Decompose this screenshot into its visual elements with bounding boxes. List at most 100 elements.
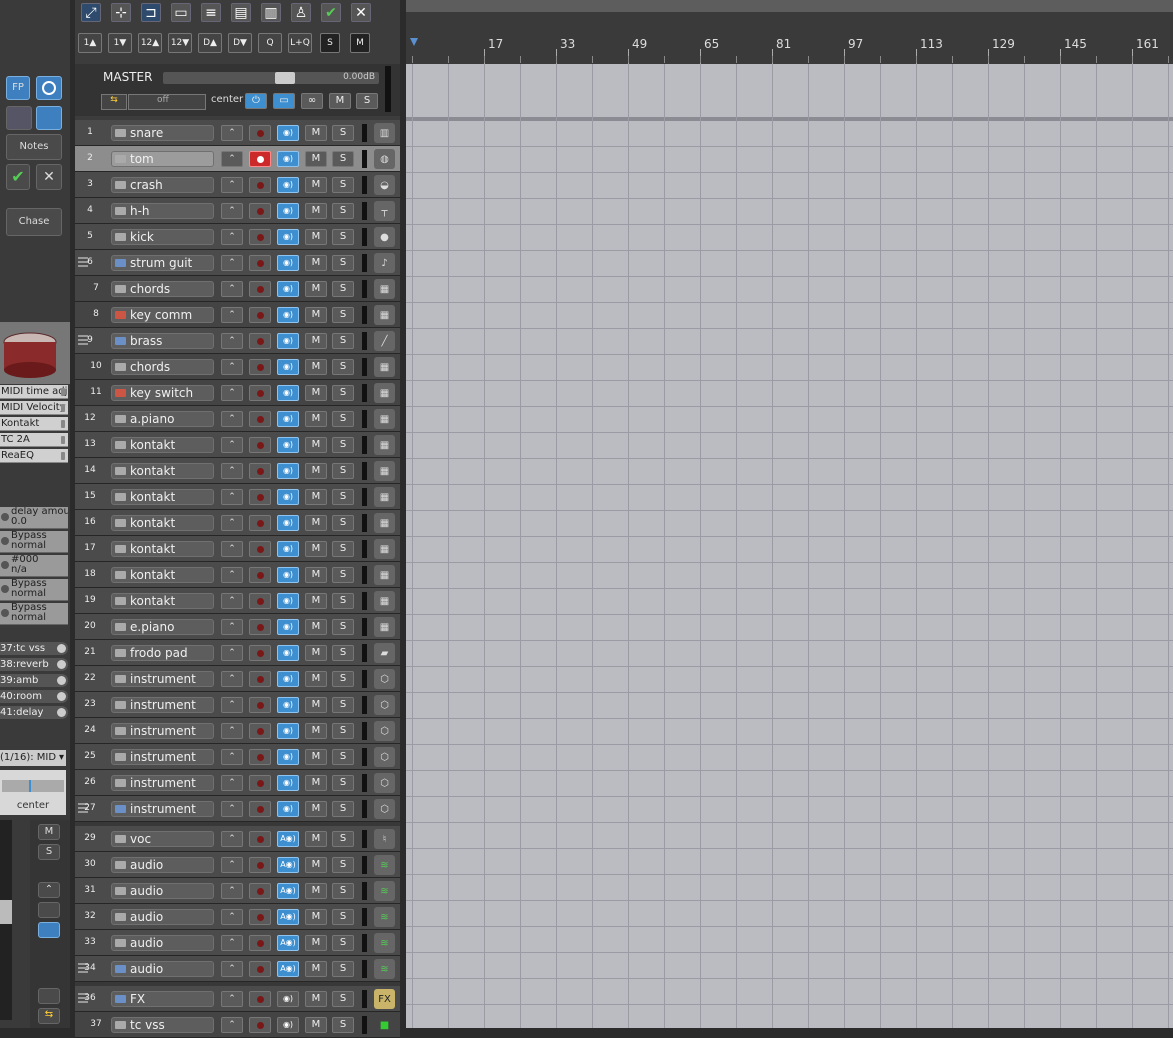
track-name-field[interactable]: a.piano	[111, 411, 214, 427]
kick-drum-icon[interactable]: ●	[374, 227, 395, 247]
track-folder-icon[interactable]	[115, 545, 126, 553]
solo-button[interactable]: S	[332, 909, 354, 925]
master-automation[interactable]: off	[128, 94, 206, 110]
track-name-field[interactable]: key comm	[111, 307, 214, 323]
mute-button[interactable]: M	[305, 723, 327, 739]
keyboard-icon[interactable]: ▦	[374, 357, 395, 377]
solo-button[interactable]: S	[332, 645, 354, 661]
shield-icon[interactable]: ⬡	[374, 799, 395, 819]
monitor-button[interactable]: ◉)	[277, 723, 299, 739]
track-folder-icon[interactable]	[115, 155, 126, 163]
monitor-button[interactable]: ◉)	[277, 775, 299, 791]
envelope-button[interactable]: ⌃	[221, 593, 243, 609]
track-folder-icon[interactable]	[115, 779, 126, 787]
monitor-button[interactable]: ◉)	[277, 645, 299, 661]
record-arm-button[interactable]	[249, 385, 271, 401]
record-arm-button[interactable]	[249, 333, 271, 349]
record-arm-button[interactable]	[249, 593, 271, 609]
mute-button[interactable]: M	[305, 775, 327, 791]
monitor-button[interactable]: ◉)	[277, 177, 299, 193]
mute-button[interactable]: M	[305, 1017, 327, 1033]
shield-icon[interactable]: ⬡	[374, 773, 395, 793]
keyboard-icon[interactable]: ▦	[374, 591, 395, 611]
mute-button[interactable]: M	[305, 857, 327, 873]
mute-button[interactable]: M	[305, 229, 327, 245]
record-arm-button[interactable]	[249, 463, 271, 479]
track-folder-icon[interactable]	[115, 835, 126, 843]
microphone-icon[interactable]: ♮	[374, 829, 395, 849]
envelope-button[interactable]: ⌃	[221, 831, 243, 847]
solo-button[interactable]: S	[332, 961, 354, 977]
envelope-button[interactable]: ⌃	[221, 697, 243, 713]
track-row[interactable]: 14 kontakt ⌃ ◉) M S ▦	[75, 458, 400, 484]
track-name-field[interactable]: brass	[111, 333, 214, 349]
io-icon[interactable]	[6, 106, 32, 130]
track-row[interactable]: 13 kontakt ⌃ ◉) M S ▦	[75, 432, 400, 458]
fx-icon[interactable]: FX	[374, 989, 395, 1009]
track-row[interactable]: 32 audio ⌃ A◉) M S ≋	[75, 904, 400, 930]
envelope-button[interactable]: ⌃	[221, 883, 243, 899]
monitor-button[interactable]: ◉)	[277, 749, 299, 765]
track-row[interactable]: 18 kontakt ⌃ ◉) M S ▦	[75, 562, 400, 588]
fx-slot[interactable]: MIDI time adjus	[0, 385, 68, 399]
track-name-field[interactable]: instrument	[111, 723, 214, 739]
master-mono-button[interactable]: ▭	[273, 93, 295, 109]
envelope-button[interactable]: ⌃	[221, 909, 243, 925]
record-arm-button[interactable]	[249, 961, 271, 977]
envelope-button[interactable]: ⌃	[221, 229, 243, 245]
record-arm-button[interactable]	[249, 619, 271, 635]
record-arm-button[interactable]	[249, 515, 271, 531]
keyboard-icon[interactable]: ▦	[374, 461, 395, 481]
monitor-button[interactable]: ◉)	[277, 515, 299, 531]
track-folder-icon[interactable]	[115, 701, 126, 709]
synth-icon[interactable]: ▰	[374, 643, 395, 663]
solo-button[interactable]: S	[332, 411, 354, 427]
monitor-button[interactable]: A◉)	[277, 935, 299, 951]
monitor-button[interactable]: ◉)	[277, 1017, 299, 1033]
track-row[interactable]: 29 voc ⌃ A◉) M S ♮	[75, 826, 400, 852]
record-arm-button[interactable]	[249, 281, 271, 297]
notes-button[interactable]: Notes	[6, 134, 62, 160]
record-arm-button[interactable]	[249, 411, 271, 427]
track-name-field[interactable]: tc vss	[111, 1017, 214, 1033]
record-arm-button[interactable]	[249, 1017, 271, 1033]
track-folder-icon[interactable]	[115, 285, 126, 293]
trumpet-icon[interactable]: ╱	[374, 331, 395, 351]
track-name-field[interactable]: key switch	[111, 385, 214, 401]
keyboard-icon[interactable]: ▦	[374, 279, 395, 299]
solo-button[interactable]: S	[332, 281, 354, 297]
monitor-button[interactable]: ◉)	[277, 593, 299, 609]
track-name-field[interactable]: kick	[111, 229, 214, 245]
envelope-button[interactable]: ⌃	[221, 857, 243, 873]
fader-handle[interactable]	[0, 900, 12, 924]
solo-button[interactable]: S	[332, 359, 354, 375]
record-arm-button[interactable]	[249, 909, 271, 925]
solo-button[interactable]: S	[332, 567, 354, 583]
waveform-icon[interactable]: ≋	[374, 855, 395, 875]
mute-button[interactable]: M	[305, 567, 327, 583]
keyboard-icon[interactable]: ▦	[374, 409, 395, 429]
send-slot[interactable]: 37:tc vss	[0, 642, 68, 655]
track-row[interactable]: 23 instrument ⌃ ◉) M S ⬡	[75, 692, 400, 718]
track-name-field[interactable]: snare	[111, 125, 214, 141]
track-folder-icon[interactable]	[115, 649, 126, 657]
track-name-field[interactable]: kontakt	[111, 541, 214, 557]
track-row[interactable]: 15 kontakt ⌃ ◉) M S ▦	[75, 484, 400, 510]
track-row[interactable]: 22 instrument ⌃ ◉) M S ⬡	[75, 666, 400, 692]
track-folder-icon[interactable]	[115, 441, 126, 449]
track-folder-icon[interactable]	[115, 675, 126, 683]
envelope-button[interactable]: ⌃	[221, 723, 243, 739]
keyboard-icon[interactable]: ▦	[374, 383, 395, 403]
monitor-button[interactable]: ◉)	[277, 125, 299, 141]
mute-button[interactable]: M	[305, 749, 327, 765]
envelope-button[interactable]: ⌃	[221, 437, 243, 453]
monitor-button[interactable]: ◉)	[277, 541, 299, 557]
track-folder-icon[interactable]	[115, 259, 126, 267]
shirt-icon[interactable]: ♙	[291, 3, 311, 22]
waveform-icon[interactable]: ≋	[374, 907, 395, 927]
output-icon[interactable]: ⇆	[38, 1008, 60, 1024]
height-12-down-button[interactable]: 12▼	[168, 33, 192, 53]
track-name-field[interactable]: audio	[111, 935, 214, 951]
send-slot[interactable]: 39:amb	[0, 674, 68, 687]
track-folder-icon[interactable]	[115, 415, 126, 423]
